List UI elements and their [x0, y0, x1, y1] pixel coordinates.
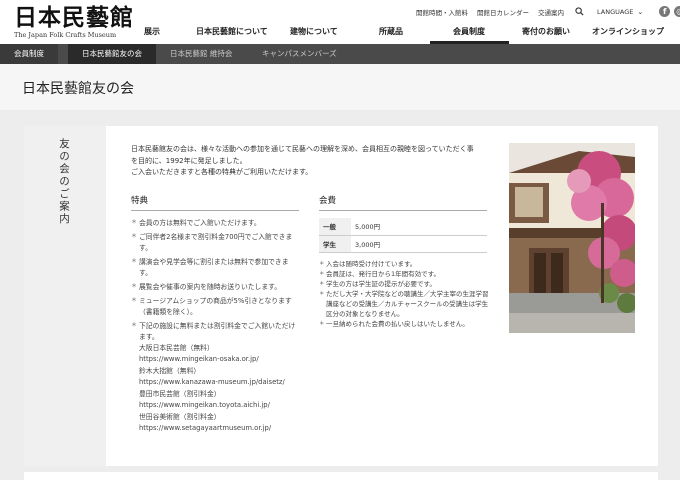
util-link-access[interactable]: 交通案内: [538, 7, 564, 17]
page-title: 日本民藝館友の会: [22, 81, 134, 97]
fee-divider: [319, 210, 487, 211]
facility-name: 鈴木大拙館（無料）: [139, 366, 201, 375]
nav-building[interactable]: 建物について: [290, 26, 338, 37]
list-item: 下記の施設に無料または割引料金でご入館いただけます。 大阪日本民芸館（無料） h…: [131, 321, 299, 433]
instagram-icon[interactable]: ◎: [674, 6, 680, 17]
table-row: 学生 3,000円: [319, 235, 487, 253]
sub-nav: 会員制度 日本民藝館友の会 日本民藝館 維持会 キャンパスメンバーズ: [0, 44, 680, 64]
nav-collection[interactable]: 所蔵品: [379, 26, 403, 37]
nav-exhibitions[interactable]: 展示: [144, 26, 160, 37]
facility-name: 世田谷美術館（割引料金）: [139, 412, 221, 421]
content-card: 友の会のご案内 日本民藝館友の会は、様々な活動への参加を通じて民藝への理解を深め…: [24, 126, 658, 466]
facility-name: 豊田市民芸館（割引料金）: [139, 389, 221, 398]
list-item: ご同伴者2名様まで割引料金700円でご入館できます。: [131, 232, 299, 253]
util-link-hours[interactable]: 開館時間・入館料: [416, 7, 468, 17]
list-item: 展覧会や催事の案内を随時お送りいたします。: [131, 282, 299, 293]
intro-line: を目的に、1992年に発足しました。: [131, 156, 247, 165]
fee-heading: 会費: [319, 196, 337, 206]
side-title: 友の会のご案内: [58, 138, 70, 226]
building-photo: [509, 143, 635, 333]
fee-label: 学生: [319, 235, 351, 253]
facility-link[interactable]: https://www.mingeikan-osaka.or.jp/: [139, 354, 299, 364]
next-section: [24, 472, 658, 480]
nav-online-shop[interactable]: オンラインショップ: [592, 26, 664, 37]
utility-nav: 開館時間・入館料 開館日カレンダー 交通案内 LANGUAGE ⌄ f ◎: [416, 6, 680, 17]
facebook-icon[interactable]: f: [659, 6, 671, 17]
util-link-calendar[interactable]: 開館日カレンダー: [477, 7, 529, 17]
subnav-friends[interactable]: 日本民藝館友の会: [68, 44, 156, 64]
nav-donation[interactable]: 寄付のお願い: [522, 26, 570, 37]
last-perk-text: 下記の施設に無料または割引料金でご入館いただけます。: [139, 322, 296, 341]
fee-value: 5,000円: [351, 218, 487, 236]
fee-table: 一般 5,000円 学生 3,000円: [319, 218, 487, 253]
table-row: 一般 5,000円: [319, 218, 487, 236]
facility-link[interactable]: https://www.mingeikan.toyota.aichi.jp/: [139, 400, 299, 410]
intro-line: ご入会いただきますと各種の特典がご利用いただけます。: [131, 168, 313, 176]
fee-value: 3,000円: [351, 235, 487, 253]
list-item: 会員証は、発行日から1年間有効です。: [319, 269, 491, 279]
list-item: 学生の方は学生証の提示が必要です。: [319, 279, 491, 289]
list-item: ミュージアムショップの商品が5%引きとなります（書籍類を除く）。: [131, 296, 299, 317]
intro-text: 日本民藝館友の会は、様々な活動への参加を通じて民藝への理解を深め、会員相互の親睦…: [131, 144, 501, 179]
nav-membership[interactable]: 会員制度: [453, 26, 485, 37]
subnav-membership[interactable]: 会員制度: [0, 44, 58, 64]
subnav-supporters[interactable]: 日本民藝館 維持会: [170, 44, 232, 64]
perks-list: 会員の方は無料でご入館いただけます。 ご同伴者2名様まで割引料金700円でご入館…: [131, 218, 299, 437]
list-item: 入会は随時受け付けています。: [319, 259, 491, 269]
perks-heading: 特典: [131, 196, 149, 206]
chevron-down-icon: ⌄: [637, 7, 644, 16]
search-icon[interactable]: [575, 7, 584, 16]
subnav-campus-members[interactable]: キャンパスメンバーズ: [262, 44, 337, 64]
language-selector[interactable]: LANGUAGE: [597, 8, 633, 16]
list-item: 講演会や見学会等に割引または無料で参加できます。: [131, 257, 299, 278]
facility-name: 大阪日本民芸館（無料）: [139, 344, 214, 353]
nav-about[interactable]: 日本民藝館について: [196, 26, 268, 37]
fee-label: 一般: [319, 218, 351, 236]
perks-divider: [131, 210, 299, 211]
intro-line: 日本民藝館友の会は、様々な活動への参加を通じて民藝への理解を深め、会員相互の親睦…: [131, 145, 474, 153]
facility-link[interactable]: https://www.kanazawa-museum.jp/daisetz/: [139, 377, 299, 387]
main-nav: 展示 日本民藝館について 建物について 所蔵品 会員制度 寄付のお願い オンライ…: [0, 26, 680, 44]
note-detail: ただし大学・大学院などの聴講生／大学主宰の生涯学習講座などの受講生／カルチャース…: [326, 290, 489, 318]
list-item: 一旦納められた会費の払い戻しはいたしません。: [319, 319, 491, 329]
list-item: 会員の方は無料でご入館いただけます。: [131, 218, 299, 229]
fee-notes: 入会は随時受け付けています。 会員証は、発行日から1年間有効です。 学生の方は学…: [319, 259, 491, 329]
list-item: ただし大学・大学院などの聴講生／大学主宰の生涯学習講座などの受講生／カルチャース…: [319, 289, 491, 319]
site-header: 日本民藝館 The Japan Folk Crafts Museum 開館時間・…: [0, 0, 680, 44]
facility-link[interactable]: https://www.setagayaartmuseum.or.jp/: [139, 423, 299, 433]
title-band: 日本民藝館友の会: [0, 64, 680, 110]
side-panel: 友の会のご案内: [24, 126, 106, 466]
